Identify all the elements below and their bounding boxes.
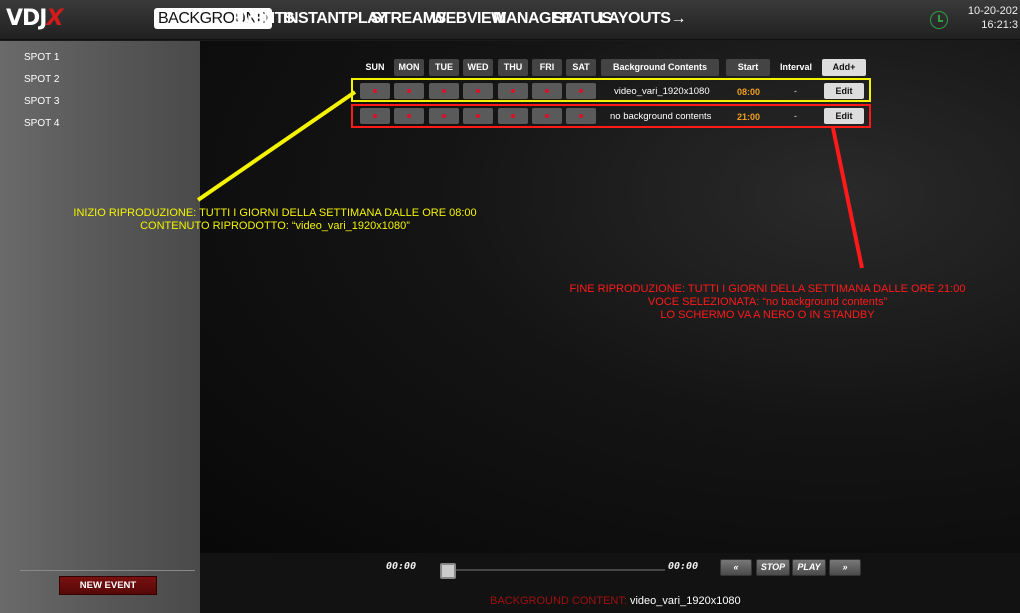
day-toggle-wed[interactable]: [463, 83, 493, 99]
day-toggle-fri[interactable]: [532, 108, 562, 124]
day-toggle-sun[interactable]: [360, 108, 390, 124]
sidebar-item-spot-2[interactable]: SPOT 2: [24, 74, 59, 85]
date-text: 10-20-202: [967, 5, 1018, 17]
header-mon: MON: [394, 59, 424, 76]
header-tue: TUE: [429, 59, 459, 76]
day-toggle-fri[interactable]: [532, 83, 562, 99]
sidebar-item-spot-4[interactable]: SPOT 4: [24, 118, 59, 129]
end-annotation-line-1: FINE RIPRODUZIONE: TUTTI I GIORNI DELLA …: [569, 283, 966, 295]
header-interval: Interval: [779, 62, 812, 72]
top-bar: VDJX BACKGROUND EVENTS INSTANTPLAY STREA…: [0, 0, 1020, 40]
day-toggle-wed[interactable]: [463, 108, 493, 124]
forward-button[interactable]: »: [829, 559, 861, 576]
day-toggle-tue[interactable]: [429, 108, 459, 124]
add-button[interactable]: Add+: [822, 59, 866, 76]
time-text: 16:21:3: [981, 19, 1018, 31]
seek-handle[interactable]: [440, 563, 456, 579]
end-annotation-line-3: LO SCHERMO VA A NERO O IN STANDBY: [660, 309, 875, 321]
datetime-display: 10-20-202 16:21:3: [958, 4, 1018, 32]
day-toggle-mon[interactable]: [394, 83, 424, 99]
row-start-time: 21:00: [737, 112, 761, 122]
rewind-button[interactable]: «: [720, 559, 752, 576]
header-wed: WED: [463, 59, 493, 76]
new-event-button[interactable]: NEW EVENT: [59, 576, 157, 595]
transport-bar: 00:00 00:00 « STOP PLAY » BACKGROUND CON…: [200, 553, 1020, 613]
stop-button[interactable]: STOP: [756, 559, 790, 576]
status-value: video_vari_1920x1080: [629, 595, 741, 607]
header-start: Start: [726, 59, 770, 76]
row-contents: video_vari_1920x1080: [614, 86, 710, 97]
start-annotation: INIZIO RIPRODUZIONE: TUTTI I GIORNI DELL…: [40, 207, 510, 233]
header-sat: SAT: [566, 59, 596, 76]
day-toggle-thu[interactable]: [498, 83, 528, 99]
day-toggle-thu[interactable]: [498, 108, 528, 124]
background-status: BACKGROUND CONTENT: video_vari_1920x1080: [490, 595, 741, 607]
row-start-time: 08:00: [737, 87, 761, 97]
row-interval: -: [794, 111, 797, 121]
row-interval: -: [794, 86, 797, 96]
end-annotation-line-2: VOCE SELEZIONATA: “no background content…: [647, 296, 888, 308]
row-contents: no background contents: [610, 111, 712, 122]
app-logo: VDJX: [6, 6, 63, 31]
time-left: 00:00: [386, 561, 417, 572]
start-annotation-line-1: INIZIO RIPRODUZIONE: TUTTI I GIORNI DELL…: [73, 207, 477, 219]
seek-track[interactable]: [440, 569, 665, 571]
tab-layouts[interactable]: LAYOUTS→: [595, 8, 690, 29]
end-annotation: FINE RIPRODUZIONE: TUTTI I GIORNI DELLA …: [540, 283, 995, 322]
edit-button[interactable]: Edit: [824, 83, 864, 99]
day-toggle-tue[interactable]: [429, 83, 459, 99]
sidebar-item-spot-1[interactable]: SPOT 1: [24, 52, 59, 63]
day-toggle-sun[interactable]: [360, 83, 390, 99]
start-annotation-line-2: CONTENUTO RIPRODOTTO: “video_vari_1920x1…: [140, 220, 410, 232]
edit-button[interactable]: Edit: [824, 108, 864, 124]
header-background-contents: Background Contents: [601, 59, 719, 76]
sidebar-item-spot-3[interactable]: SPOT 3: [24, 96, 59, 107]
play-button[interactable]: PLAY: [792, 559, 826, 576]
header-thu: THU: [498, 59, 528, 76]
status-label: BACKGROUND CONTENT:: [490, 595, 627, 607]
header-sun: SUN: [365, 62, 385, 72]
sidebar-divider: [20, 570, 195, 571]
clock-icon: [930, 11, 948, 29]
main-nav: BACKGROUND EVENTS INSTANTPLAY STREAMS WE…: [154, 8, 686, 34]
day-toggle-mon[interactable]: [394, 108, 424, 124]
time-right: 00:00: [668, 561, 699, 572]
header-fri: FRI: [532, 59, 562, 76]
sidebar: SPOT 1 SPOT 2 SPOT 3 SPOT 4 NEW EVENT: [0, 41, 200, 613]
day-toggle-sat[interactable]: [566, 83, 596, 99]
day-toggle-sat[interactable]: [566, 108, 596, 124]
